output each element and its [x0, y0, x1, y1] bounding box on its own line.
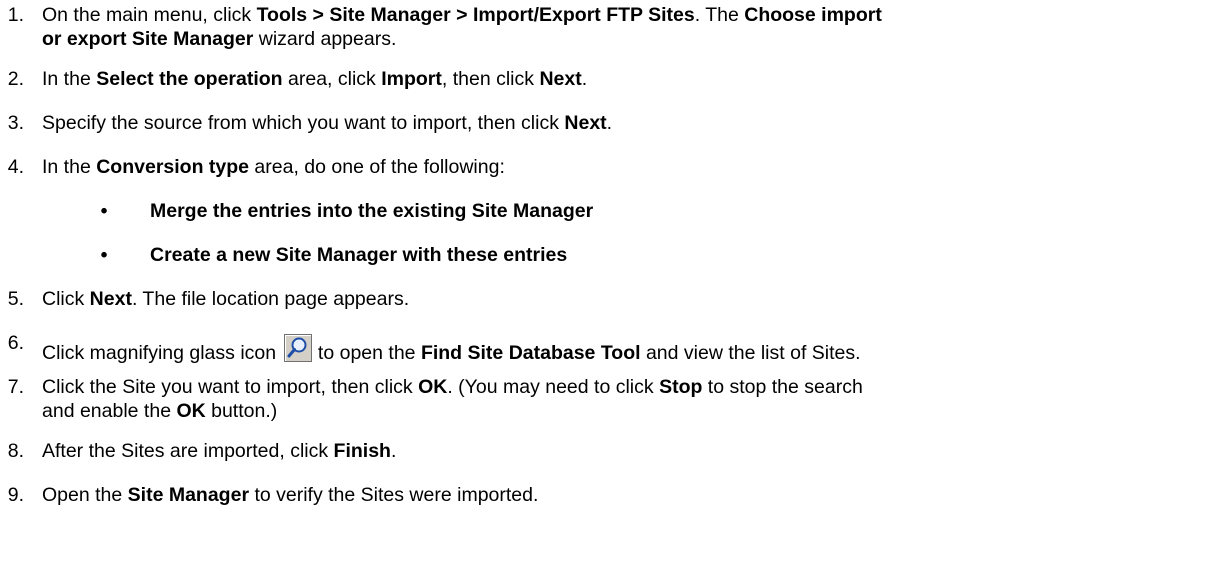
step-text-run: Open the [42, 484, 128, 506]
area-name: Select the operation [96, 68, 283, 90]
button-name: OK [418, 376, 448, 398]
step-number: 5. [7, 288, 24, 310]
step-text-run: Click [42, 288, 90, 310]
wizard-name: or export Site Manager [42, 28, 254, 50]
step-text-run: to stop the search [702, 376, 863, 398]
step-text: and enable the OK button.) [42, 399, 277, 423]
bullet-icon: • [100, 244, 108, 266]
step-text: or export Site Manager wizard appears. [42, 27, 396, 51]
area-name: Conversion type [96, 156, 250, 178]
step-text: In the Conversion type area, do one of t… [42, 155, 505, 179]
step-text: After the Sites are imported, click Fini… [42, 439, 396, 463]
step-text-run: After the Sites are imported, click [42, 440, 334, 462]
button-name: Next [564, 112, 607, 134]
step-text-run: and view the list of Sites. [640, 342, 861, 364]
step-text: Open the Site Manager to verify the Site… [42, 483, 538, 507]
step-text-run: to open the [312, 342, 421, 364]
option-name: Create a new Site Manager with these ent… [150, 244, 568, 266]
step-text-run: area, do one of the following: [249, 156, 505, 178]
step-text-run: Click the Site you want to import, then … [42, 376, 419, 398]
button-name: Next [89, 288, 132, 310]
step-text-run: . [581, 68, 588, 90]
step-text-run: In the [42, 156, 97, 178]
option-name: Import [381, 68, 442, 90]
option-name: Merge the entries into the existing Site… [150, 200, 594, 222]
step-number: 6. [7, 332, 24, 354]
step-text: Click magnifying glass icon to open the … [42, 331, 861, 365]
bullet-icon: • [100, 200, 108, 222]
step-number: 2. [7, 68, 24, 90]
menu-path: Tools > Site Manager > Import/Export FTP… [256, 4, 695, 26]
step-text: Specify the source from which you want t… [42, 111, 612, 135]
step-text-run: On the main menu, click [42, 4, 257, 26]
step-text-run: In the [42, 68, 97, 90]
step-text-run: , then click [441, 68, 540, 90]
step-text: In the Select the operation area, click … [42, 67, 587, 91]
step-text: On the main menu, click Tools > Site Man… [42, 3, 882, 27]
step-text: Click the Site you want to import, then … [42, 375, 863, 399]
button-name: OK [176, 400, 206, 422]
step-text-run: . The [694, 4, 745, 26]
step-text-run: to verify the Sites were imported. [249, 484, 539, 506]
step-number: 7. [7, 376, 24, 398]
step-text-run: wizard appears. [253, 28, 397, 50]
step-text-run: . The file location page appears. [131, 288, 410, 310]
step-text-run: and enable the [42, 400, 177, 422]
step-number: 1. [7, 4, 24, 26]
step-text: Click Next. The file location page appea… [42, 287, 409, 311]
step-number: 8. [7, 440, 24, 462]
tool-name: Site Manager [127, 484, 250, 506]
magnifying-glass-icon [283, 334, 312, 362]
step-text-run: area, click [282, 68, 382, 90]
step-text-run: . (You may need to click [447, 376, 660, 398]
step-number: 4. [7, 156, 24, 178]
step-text-run: . [606, 112, 613, 134]
tool-name: Find Site Database Tool [420, 342, 641, 364]
button-name: Stop [659, 376, 703, 398]
step-text-run: Specify the source from which you want t… [42, 112, 565, 134]
step-text-run: . [390, 440, 397, 462]
step-number: 9. [7, 484, 24, 506]
wizard-name: Choose import [744, 4, 882, 26]
button-name: Finish [333, 440, 391, 462]
step-text-run: Click magnifying glass icon [42, 342, 282, 364]
step-text-run: button.) [205, 400, 278, 422]
step-number: 3. [7, 112, 24, 134]
button-name: Next [539, 68, 582, 90]
